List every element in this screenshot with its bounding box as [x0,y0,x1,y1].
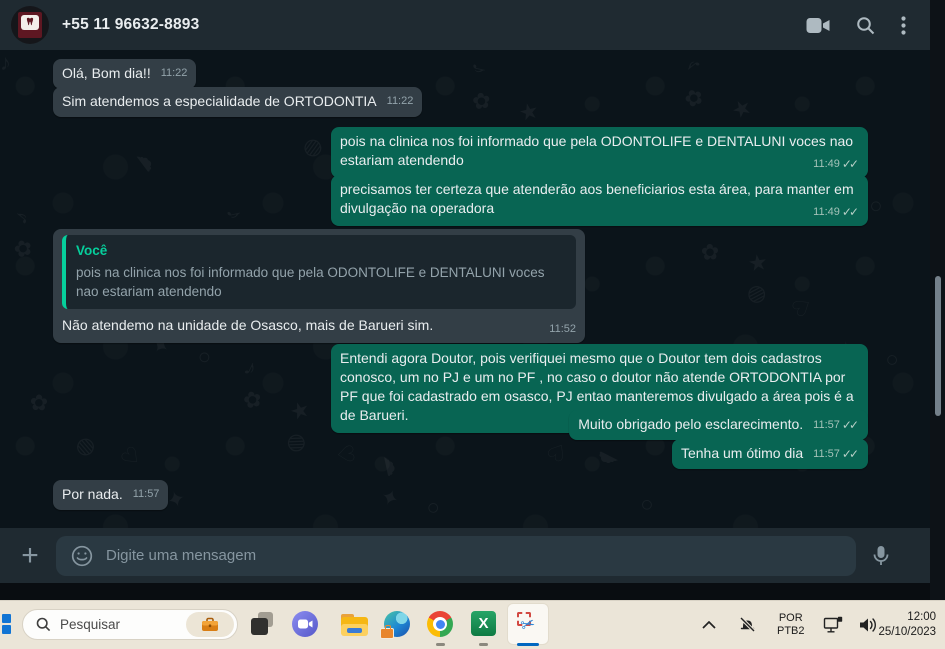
message-bubble-outgoing[interactable]: Muito obrigado pelo esclarecimento. 11:5… [569,410,868,440]
message-time: 11:49 [813,158,840,170]
quote-text: pois na clinica nos foi informado que pe… [76,265,545,299]
do-not-disturb-bell-icon[interactable] [738,615,757,634]
snipping-tool-active-indicator [517,643,539,646]
message-bubble-outgoing[interactable]: Tenha um ótimo dia 11:57 ✓✓ [671,439,868,469]
volume-icon[interactable] [858,616,879,634]
message-text: Muito obrigado pelo esclarecimento. [578,416,804,432]
message-bubble-incoming-with-quote[interactable]: Você pois na clinica nos foi informado q… [53,229,585,343]
message-time: 11:22 [386,95,414,107]
message-text: Tenha um ótimo dia [680,445,804,461]
tooth-icon [26,17,34,26]
double-check-icon: ✓✓ [841,205,859,219]
message-bubble-outgoing[interactable]: pois na clinica nos foi informado que pe… [331,127,868,178]
chat-app-button[interactable] [292,611,319,638]
chrome-icon [427,611,453,637]
message-input-pill[interactable] [56,535,856,576]
work-account-badge[interactable] [186,612,234,637]
edge-button[interactable] [380,611,411,639]
tray-chevron-icon[interactable] [702,620,716,629]
message-composer: + [0,528,930,583]
message-time: 11:57 [813,419,840,431]
chat-header: +55 11 96632-8893 [0,0,930,50]
desktop-gap [0,583,945,600]
video-chat-icon [292,611,318,637]
message-text: Por nada. [62,486,123,502]
message-time: 11:52 [549,323,576,335]
message-text: precisamos ter certeza que atenderão aos… [340,181,854,216]
task-view-button[interactable] [249,611,276,638]
briefcase-icon [202,617,218,631]
desktop: ♪♪♪♪♪♪♪☁☁☁☁☁☁☁★★★★★★★○○○○○○○♡♡♡♡♡♡♡✿✿✿✿✿… [0,0,945,649]
chat-title[interactable]: +55 11 96632-8893 [62,16,199,34]
scrollbar-thumb[interactable] [935,276,941,416]
taskbar-search-input[interactable] [60,617,170,632]
scrollbar-track [930,0,945,600]
message-text: Olá, Bom dia!! [62,65,151,81]
message-text: pois na clinica nos foi informado que pe… [340,133,854,168]
double-check-icon: ✓✓ [841,447,859,461]
message-time: 11:49 [813,206,840,218]
network-icon[interactable] [823,615,844,634]
language-indicator[interactable]: POR PTB2 [777,612,805,638]
excel-running-indicator [479,643,488,646]
clock[interactable]: 12:00 25/10/2023 [879,610,937,640]
excel-icon: X [471,611,496,636]
attach-plus-button[interactable]: + [16,540,44,570]
tray-time: 12:00 [907,610,937,623]
chrome-running-indicator [436,643,445,646]
message-time: 11:57 [813,448,840,460]
windows-start-button[interactable] [0,614,11,634]
emoji-icon[interactable] [70,544,94,568]
quoted-message[interactable]: Você pois na clinica nos foi informado q… [62,235,576,309]
message-bubble-incoming[interactable]: Olá, Bom dia!! 11:22 [53,59,197,89]
file-explorer-button[interactable] [341,613,368,640]
scissors-icon: ✂ [518,613,538,636]
quote-author: Você [76,243,108,258]
contact-avatar[interactable] [11,6,49,44]
double-check-icon: ✓✓ [841,418,859,432]
search-icon[interactable] [856,16,875,35]
snipping-tool-button[interactable]: ✂ [507,603,549,645]
message-bubble-outgoing[interactable]: precisamos ter certeza que atenderão aos… [331,175,868,226]
search-icon [36,617,51,632]
double-check-icon: ✓✓ [841,157,859,171]
message-text: Sim atendemos a especialidade de ORTODON… [62,93,377,109]
message-bubble-incoming[interactable]: Por nada. 11:57 [53,480,169,510]
chrome-button[interactable] [427,611,454,638]
microphone-icon[interactable] [870,544,892,568]
taskbar-search[interactable] [22,609,238,640]
message-bubble-incoming[interactable]: Sim atendemos a especialidade de ORTODON… [53,87,423,117]
system-tray: POR PTB2 12:00 25/10/2023 [690,600,945,649]
edge-work-badge [380,625,394,639]
message-text: Não atendemo na unidade de Osasco, mais … [62,317,434,333]
video-call-button[interactable] [806,17,830,34]
message-time: 11:57 [132,488,160,500]
menu-dots-icon[interactable] [901,15,906,35]
edge-icon [380,611,410,639]
message-input[interactable] [106,547,856,564]
tray-date: 25/10/2023 [878,625,937,638]
excel-button[interactable]: X [471,611,498,638]
message-time: 11:22 [160,67,188,79]
